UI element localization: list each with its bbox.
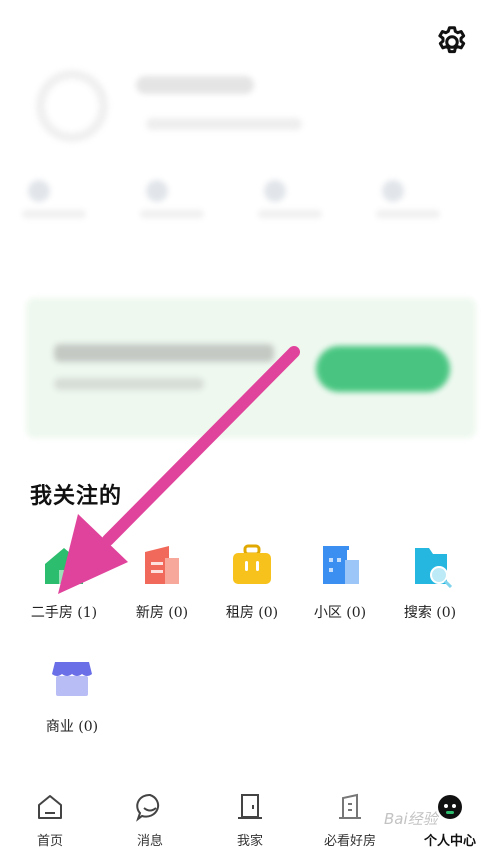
- door-icon: [205, 790, 295, 824]
- favorite-label: 二手房 (1): [30, 605, 98, 621]
- favorite-community[interactable]: 小区 (0): [294, 544, 386, 622]
- tab-label: 首页: [36, 834, 63, 849]
- tab-label: 我家: [236, 834, 263, 849]
- profile-stat[interactable]: [258, 180, 338, 240]
- house-icon: [41, 544, 87, 588]
- tab-label: 消息: [136, 834, 163, 849]
- profile-stat[interactable]: [22, 180, 102, 240]
- promo-subtitle-placeholder: [54, 378, 204, 390]
- message-icon: [105, 790, 195, 824]
- promo-button[interactable]: [316, 346, 450, 392]
- tab-home[interactable]: 首页: [5, 790, 95, 849]
- favorites-title: 我关注的: [30, 483, 123, 509]
- user-subtitle-placeholder: [146, 118, 302, 130]
- favorite-label: 新房 (0): [135, 605, 189, 621]
- watermark: Bai经验: [384, 810, 438, 828]
- gear-icon: [438, 26, 466, 54]
- shop-icon: [49, 658, 95, 702]
- tab-must-see[interactable]: 必看好房: [305, 790, 395, 849]
- favorite-label: 小区 (0): [313, 605, 367, 621]
- favorite-commercial[interactable]: 商业 (0): [26, 658, 118, 736]
- profile-stat[interactable]: [140, 180, 220, 240]
- favorite-secondhand[interactable]: 二手房 (1): [18, 544, 110, 622]
- home-icon: [5, 790, 95, 824]
- favorite-newhouse[interactable]: 新房 (0): [116, 544, 208, 622]
- tab-label: 个人中心: [423, 834, 476, 849]
- promo-title-placeholder: [54, 344, 274, 362]
- favorite-label: 搜索 (0): [403, 605, 457, 621]
- community-icon: [317, 544, 363, 588]
- favorite-label: 租房 (0): [225, 605, 279, 621]
- building-door-icon: [305, 790, 395, 824]
- favorite-label: 商业 (0): [45, 719, 99, 735]
- avatar[interactable]: [36, 70, 108, 142]
- search-folder-icon: [407, 544, 453, 589]
- suitcase-icon: [229, 544, 275, 588]
- favorite-rent[interactable]: 租房 (0): [206, 544, 298, 622]
- tab-messages[interactable]: 消息: [105, 790, 195, 849]
- favorite-search[interactable]: 搜索 (0): [384, 544, 476, 622]
- username-placeholder: [136, 76, 254, 94]
- profile-stat[interactable]: [376, 180, 456, 240]
- settings-button[interactable]: [428, 18, 476, 66]
- tab-label: 必看好房: [323, 834, 376, 849]
- tab-my-home[interactable]: 我家: [205, 790, 295, 849]
- building-icon: [139, 544, 185, 588]
